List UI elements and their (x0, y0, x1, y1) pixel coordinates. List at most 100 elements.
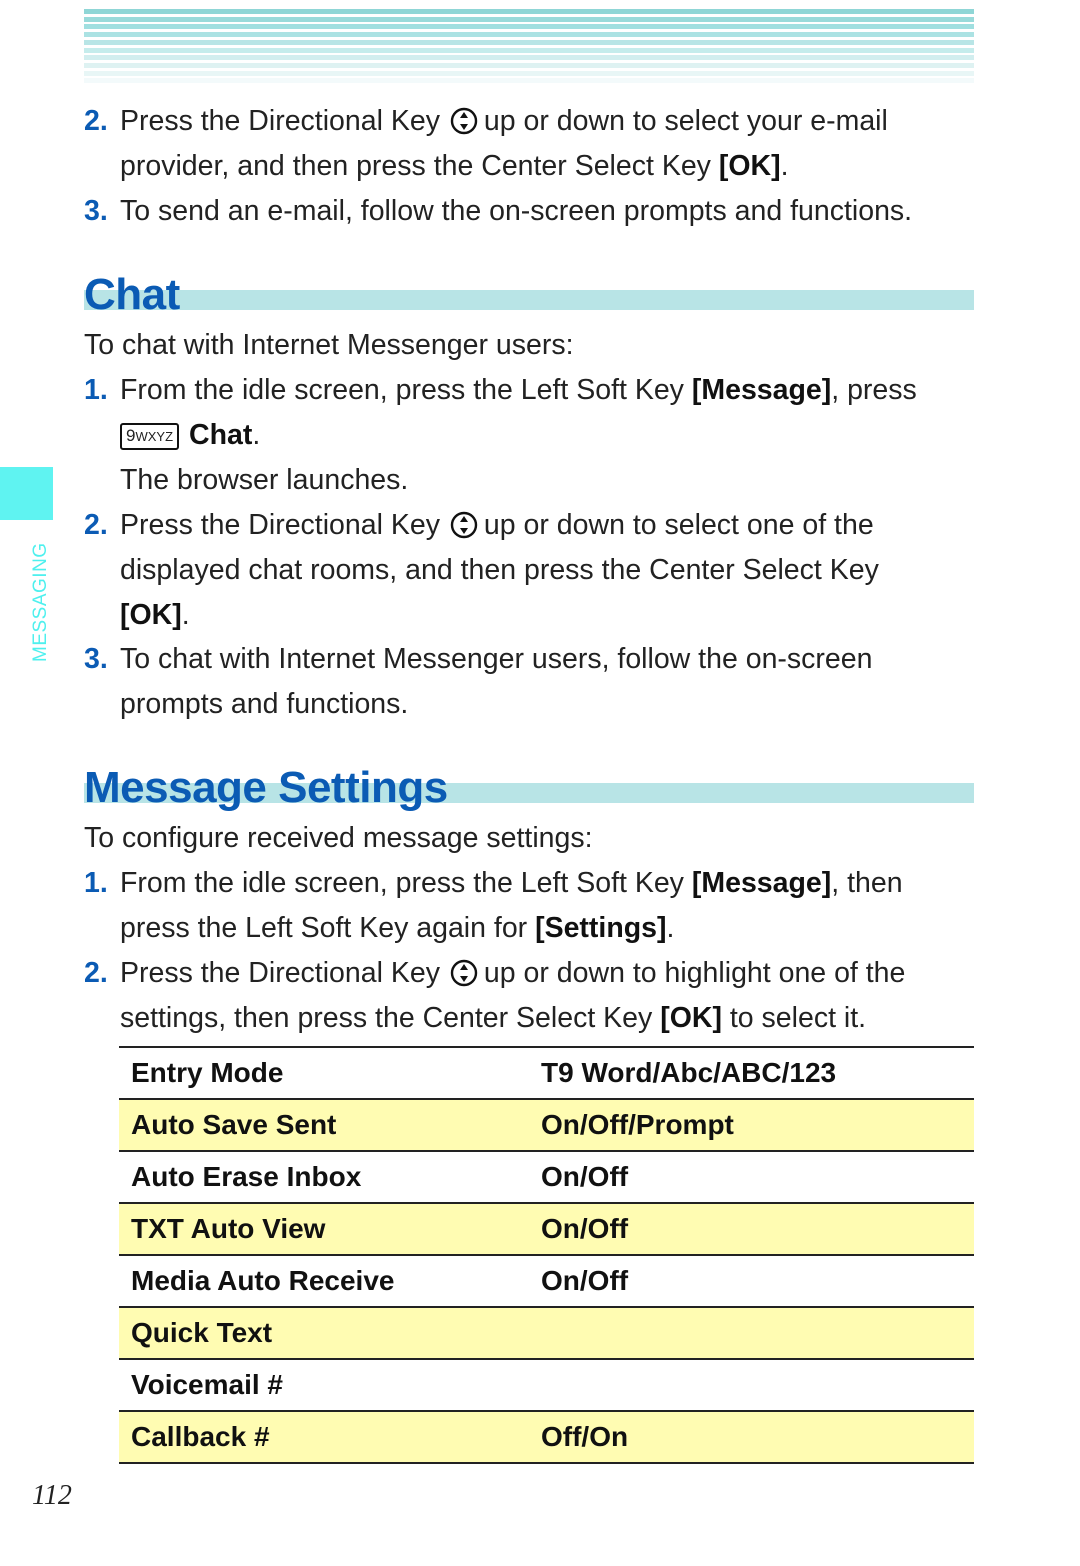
step-text: . (666, 912, 675, 944)
step-text: press the Left Soft Key again for (120, 912, 536, 944)
chat-step-1: 1. From the idle screen, press the Left S… (84, 368, 917, 413)
step-text: . (252, 419, 261, 451)
setting-options (529, 1307, 974, 1359)
section-tab-label: MESSAGING (30, 530, 54, 670)
key-9-icon: 9WXYZ (120, 423, 180, 450)
intro-step-2: 2. Press the Directional Key up or down t… (84, 99, 888, 144)
settings-step-1: 1. From the idle screen, press the Left S… (84, 861, 903, 906)
chat-intro: To chat with Internet Messenger users: (84, 329, 574, 361)
setting-name: Callback # (131, 1421, 270, 1452)
step-text: up or down to select one of the (483, 509, 874, 541)
settings-intro: To configure received message settings: (84, 822, 593, 854)
step-text: . (181, 599, 190, 631)
step-text: to select it. (721, 1002, 867, 1034)
header-stripe (84, 16, 974, 22)
step-number: 2. (84, 105, 108, 137)
intro-step-3: 3. To send an e-mail, follow the on-scree… (84, 189, 912, 234)
settings-table-row: Quick Text (119, 1307, 974, 1359)
settings-step-2: 2. Press the Directional Key up or down t… (84, 951, 905, 996)
header-stripe (84, 9, 974, 14)
directional-key-icon (450, 107, 478, 135)
page-number: 112 (32, 1480, 72, 1511)
step-number: 1. (84, 867, 108, 899)
step-number: 2. (84, 509, 108, 541)
directional-key-icon (450, 511, 478, 539)
step-number: 3. (84, 643, 108, 675)
settings-key-label: [Settings] (535, 912, 667, 944)
header-stripe (84, 78, 974, 84)
header-stripe (84, 39, 974, 45)
setting-name: Voicemail # (131, 1369, 284, 1400)
setting-name: Auto Save Sent (131, 1109, 337, 1140)
setting-options: On/Off (541, 1265, 629, 1296)
chat-step-2-line3: [OK]. (120, 593, 190, 638)
settings-table-row: Entry Mode T9 Word/Abc/ABC/123 (119, 1047, 974, 1099)
directional-key-icon (450, 959, 478, 987)
message-key-label: [Message] (691, 374, 832, 406)
settings-table: Entry Mode T9 Word/Abc/ABC/123 Auto Save S… (119, 1046, 974, 1464)
ok-key-label: [OK] (120, 599, 182, 631)
header-stripe (84, 47, 974, 53)
step-text: . (780, 150, 789, 182)
step-text: To chat with Internet Messenger users, f… (120, 643, 873, 675)
settings-step-1-line2: press the Left Soft Key again for [Setti… (120, 906, 674, 951)
step-text: From the idle screen, press the Left Sof… (120, 374, 692, 406)
settings-table-row: TXT Auto View On/Off (119, 1203, 974, 1255)
step-text: Press the Directional Key (120, 105, 440, 137)
setting-name: Quick Text (131, 1317, 273, 1348)
message-settings-heading: Message Settings (84, 763, 974, 813)
header-stripes (84, 9, 974, 85)
settings-table-row: Auto Erase Inbox On/Off (119, 1151, 974, 1203)
step-text: , press (831, 374, 917, 406)
settings-step-2-line2: settings, then press the Center Select K… (120, 996, 866, 1041)
setting-name: Entry Mode (131, 1057, 284, 1088)
setting-name: Media Auto Receive (131, 1265, 395, 1296)
setting-options (529, 1359, 974, 1411)
step-number: 3. (84, 195, 108, 227)
chat-step-2: 2. Press the Directional Key up or down t… (84, 503, 874, 548)
header-stripe (84, 55, 974, 61)
step-text: Press the Directional Key (120, 509, 440, 541)
header-stripe (84, 32, 974, 38)
key-letters: WXYZ (135, 429, 174, 444)
step-text: up or down to select your e-mail (483, 105, 888, 137)
intro-step-2-line2: provider, and then press the Center Sele… (120, 144, 789, 189)
step-text: up or down to highlight one of the (483, 957, 906, 989)
setting-options: On/Off/Prompt (541, 1109, 734, 1140)
section-tab-text: MESSAGING (30, 542, 51, 662)
step-number: 1. (84, 374, 108, 406)
settings-table-row: Media Auto Receive On/Off (119, 1255, 974, 1307)
chat-heading: Chat (84, 270, 974, 319)
step-text: Press the Directional Key (120, 957, 440, 989)
setting-options: On/Off (541, 1161, 629, 1192)
chat-step-3-line2: prompts and functions. (120, 688, 409, 720)
setting-options: T9 Word/Abc/ABC/123 (541, 1057, 837, 1088)
step-number: 2. (84, 957, 108, 989)
message-settings-title: Message Settings (84, 763, 448, 812)
ok-key-label: [OK] (660, 1002, 722, 1034)
setting-options: Off/On (541, 1421, 629, 1452)
ok-key-label: [OK] (718, 150, 781, 182)
step-text: From the idle screen, press the Left Sof… (120, 867, 692, 899)
chat-step-1-key: 9WXYZ Chat. (120, 413, 260, 458)
step-text: To send an e-mail, follow the on-screen … (120, 195, 913, 227)
message-key-label: [Message] (691, 867, 832, 899)
setting-options: On/Off (541, 1213, 629, 1244)
chat-menu-label: Chat (189, 419, 253, 451)
chat-title: Chat (84, 270, 180, 319)
section-tab-marker (0, 467, 53, 520)
header-stripe (84, 24, 974, 30)
step-text: settings, then press the Center Select K… (120, 1002, 661, 1034)
chat-step-1-result: The browser launches. (120, 464, 409, 496)
setting-name: Auto Erase Inbox (131, 1161, 362, 1192)
settings-table-row: Callback # Off/On (119, 1411, 974, 1463)
step-text: provider, and then press the Center Sele… (120, 150, 719, 182)
settings-table-row: Voicemail # (119, 1359, 974, 1411)
header-stripe (84, 62, 974, 68)
chat-step-3: 3. To chat with Internet Messenger users,… (84, 637, 872, 682)
heading-bar (84, 290, 974, 310)
settings-table-row: Auto Save Sent On/Off/Prompt (119, 1099, 974, 1151)
header-stripe (84, 70, 974, 76)
step-text: , then (831, 867, 903, 899)
chat-step-2-line2: displayed chat rooms, and then press the… (120, 554, 879, 586)
